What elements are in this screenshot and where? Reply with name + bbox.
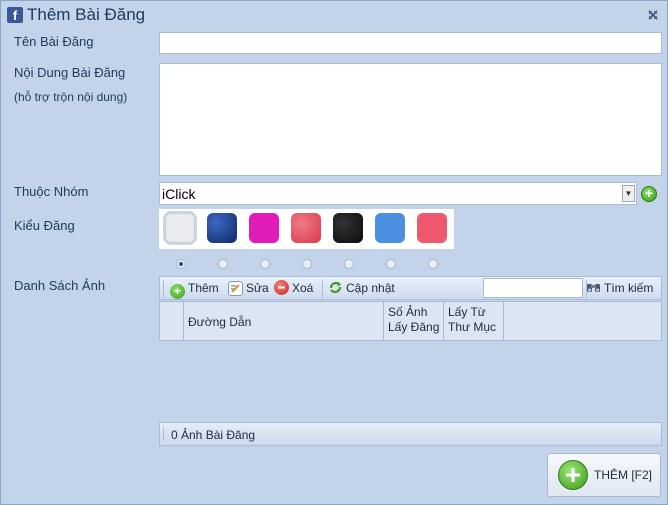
close-button[interactable] <box>647 9 659 21</box>
window-title: Thêm Bài Đăng <box>27 5 146 24</box>
style-radio-2[interactable] <box>218 259 228 269</box>
chevron-down-icon[interactable]: ▼ <box>622 185 635 202</box>
swatch-plain-gray[interactable] <box>165 213 195 243</box>
post-title-input[interactable] <box>159 32 662 54</box>
image-list-table: Đường Dẫn Số Ảnh Lấy Đăng Lấy Từ Thư Mục <box>159 301 662 341</box>
image-count-bar: 0 Ảnh Bài Đăng <box>159 422 662 446</box>
minus-icon <box>274 280 289 295</box>
style-radio-7[interactable] <box>428 259 438 269</box>
refresh-icon <box>328 280 343 295</box>
column-header-path[interactable]: Đường Dẫn <box>184 302 384 340</box>
plus-icon: + <box>558 460 588 490</box>
swatch-blue[interactable] <box>375 213 405 243</box>
edit-icon <box>228 281 243 296</box>
image-list-label: Danh Sách Ảnh <box>14 278 106 293</box>
swatch-magenta[interactable] <box>249 213 279 243</box>
post-style-swatches <box>159 209 454 249</box>
add-image-button[interactable]: + Thêm <box>170 280 219 299</box>
post-style-label: Kiểu Đăng <box>14 218 75 233</box>
post-title-label: Tên Bài Đăng <box>14 34 94 49</box>
swatch-red-hearts[interactable] <box>291 213 321 243</box>
image-list-toolbar: + Thêm Sửa Xoá Cập nhật Tìm kiếm <box>159 276 662 300</box>
binoculars-icon <box>586 280 601 295</box>
style-radio-6[interactable] <box>386 259 396 269</box>
style-radio-3[interactable] <box>260 259 270 269</box>
swatch-blue-pattern[interactable] <box>207 213 237 243</box>
style-radio-5[interactable] <box>344 259 354 269</box>
title-bar: f Thêm Bài Đăng <box>1 1 667 29</box>
style-radio-1[interactable] <box>176 259 186 269</box>
update-button[interactable]: Cập nhật <box>328 280 395 298</box>
swatch-coral[interactable] <box>417 213 447 243</box>
style-radio-4[interactable] <box>302 259 312 269</box>
plus-icon: + <box>170 284 185 299</box>
image-count-text: 0 Ảnh Bài Đăng <box>171 428 256 442</box>
content-label: Nội Dung Bài Đăng <box>14 65 126 80</box>
swatch-black-pattern[interactable] <box>333 213 363 243</box>
add-post-button[interactable]: + THÊM [F2] <box>547 453 661 497</box>
facebook-icon: f <box>7 7 23 23</box>
add-group-button[interactable]: + <box>641 186 657 202</box>
group-label: Thuộc Nhóm <box>14 184 89 199</box>
column-header-from-folder[interactable]: Lấy Từ Thư Mục <box>444 302 504 340</box>
column-header-image-count[interactable]: Số Ảnh Lấy Đăng <box>384 302 444 340</box>
close-icon <box>648 10 658 20</box>
group-select-value: iClick <box>162 186 196 202</box>
edit-image-button[interactable]: Sửa <box>228 280 269 298</box>
plus-icon: + <box>644 185 654 201</box>
content-hint-label: (hỗ trợ trộn nội dung) <box>14 90 128 104</box>
search-input[interactable] <box>483 278 583 298</box>
content-textarea[interactable] <box>159 63 662 176</box>
add-post-dialog: f Thêm Bài Đăng Tên Bài Đăng Nội Dung Bà… <box>0 0 668 505</box>
search-button[interactable]: Tìm kiếm <box>586 280 653 298</box>
row-header-corner <box>160 302 184 340</box>
delete-image-button[interactable]: Xoá <box>274 280 313 298</box>
group-select[interactable]: iClick ▼ <box>159 182 637 205</box>
